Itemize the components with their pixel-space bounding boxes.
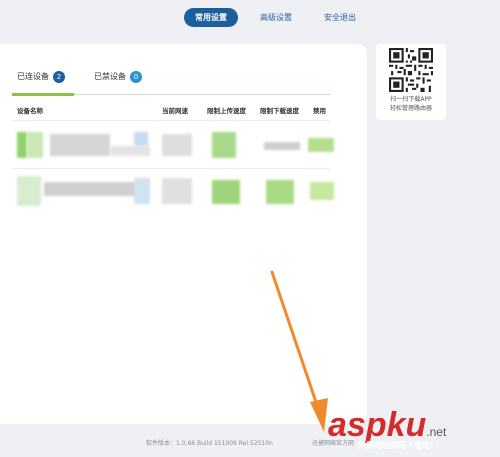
column-header-download-limit: 限制下载速度: [260, 107, 299, 115]
device-icon: [27, 132, 43, 158]
device-icon: [17, 132, 27, 158]
tab-label: 已连设备: [17, 72, 49, 81]
connected-count-badge: 2: [53, 70, 65, 83]
device-mac-blurred: [134, 178, 150, 204]
qr-caption-line2: 轻松管理路由器: [389, 105, 432, 112]
watermark-suffix: .net: [426, 425, 447, 439]
column-header-current-speed: 当前网速: [162, 107, 188, 115]
header-divider: [12, 120, 330, 121]
column-header-upload-limit: 限制上传速度: [207, 107, 246, 115]
tab-active-indicator: [12, 93, 74, 96]
qr-code-icon[interactable]: [389, 48, 433, 92]
app-download-panel: 扫一扫下载APP 轻松管理路由器: [376, 44, 446, 120]
device-icon: [17, 176, 41, 206]
current-speed-blurred: [162, 178, 192, 204]
download-limit-control[interactable]: [266, 180, 294, 204]
firmware-version: 软件版本：1.0.66 Build 151009 Rel.52510n: [146, 440, 273, 447]
upload-limit-control[interactable]: [212, 180, 240, 204]
nav-safe-exit[interactable]: 安全退出: [314, 8, 366, 27]
disable-toggle[interactable]: [310, 182, 334, 200]
tab-blocked-devices[interactable]: 已禁设备 0: [94, 70, 142, 84]
upload-limit-control[interactable]: [212, 132, 236, 158]
watermark-text: aspku: [328, 406, 427, 444]
device-name-blurred: [44, 182, 139, 196]
device-name-blurred: [110, 146, 150, 156]
download-limit-control[interactable]: [264, 142, 300, 150]
blocked-count-badge: 0: [130, 70, 142, 83]
qr-caption-line1: 扫一扫下载APP: [390, 96, 432, 103]
current-speed-blurred: [162, 134, 192, 156]
watermark-subtitle: 免费网站源码下载站!: [358, 441, 434, 450]
nav-common-settings[interactable]: 常用设置: [184, 8, 238, 27]
column-header-disable: 禁用: [313, 107, 326, 115]
disable-toggle[interactable]: [308, 138, 334, 152]
top-nav: 常用设置 高级设置 安全退出: [0, 0, 500, 40]
row-divider: [12, 168, 330, 169]
tab-connected-devices[interactable]: 已连设备 2: [17, 70, 65, 84]
column-header-device-name: 设备名称: [17, 107, 43, 115]
nav-advanced-settings[interactable]: 高级设置: [250, 8, 302, 27]
device-mac-blurred: [134, 132, 148, 146]
tab-label: 已禁设备: [94, 72, 126, 81]
device-name-blurred: [50, 134, 110, 156]
